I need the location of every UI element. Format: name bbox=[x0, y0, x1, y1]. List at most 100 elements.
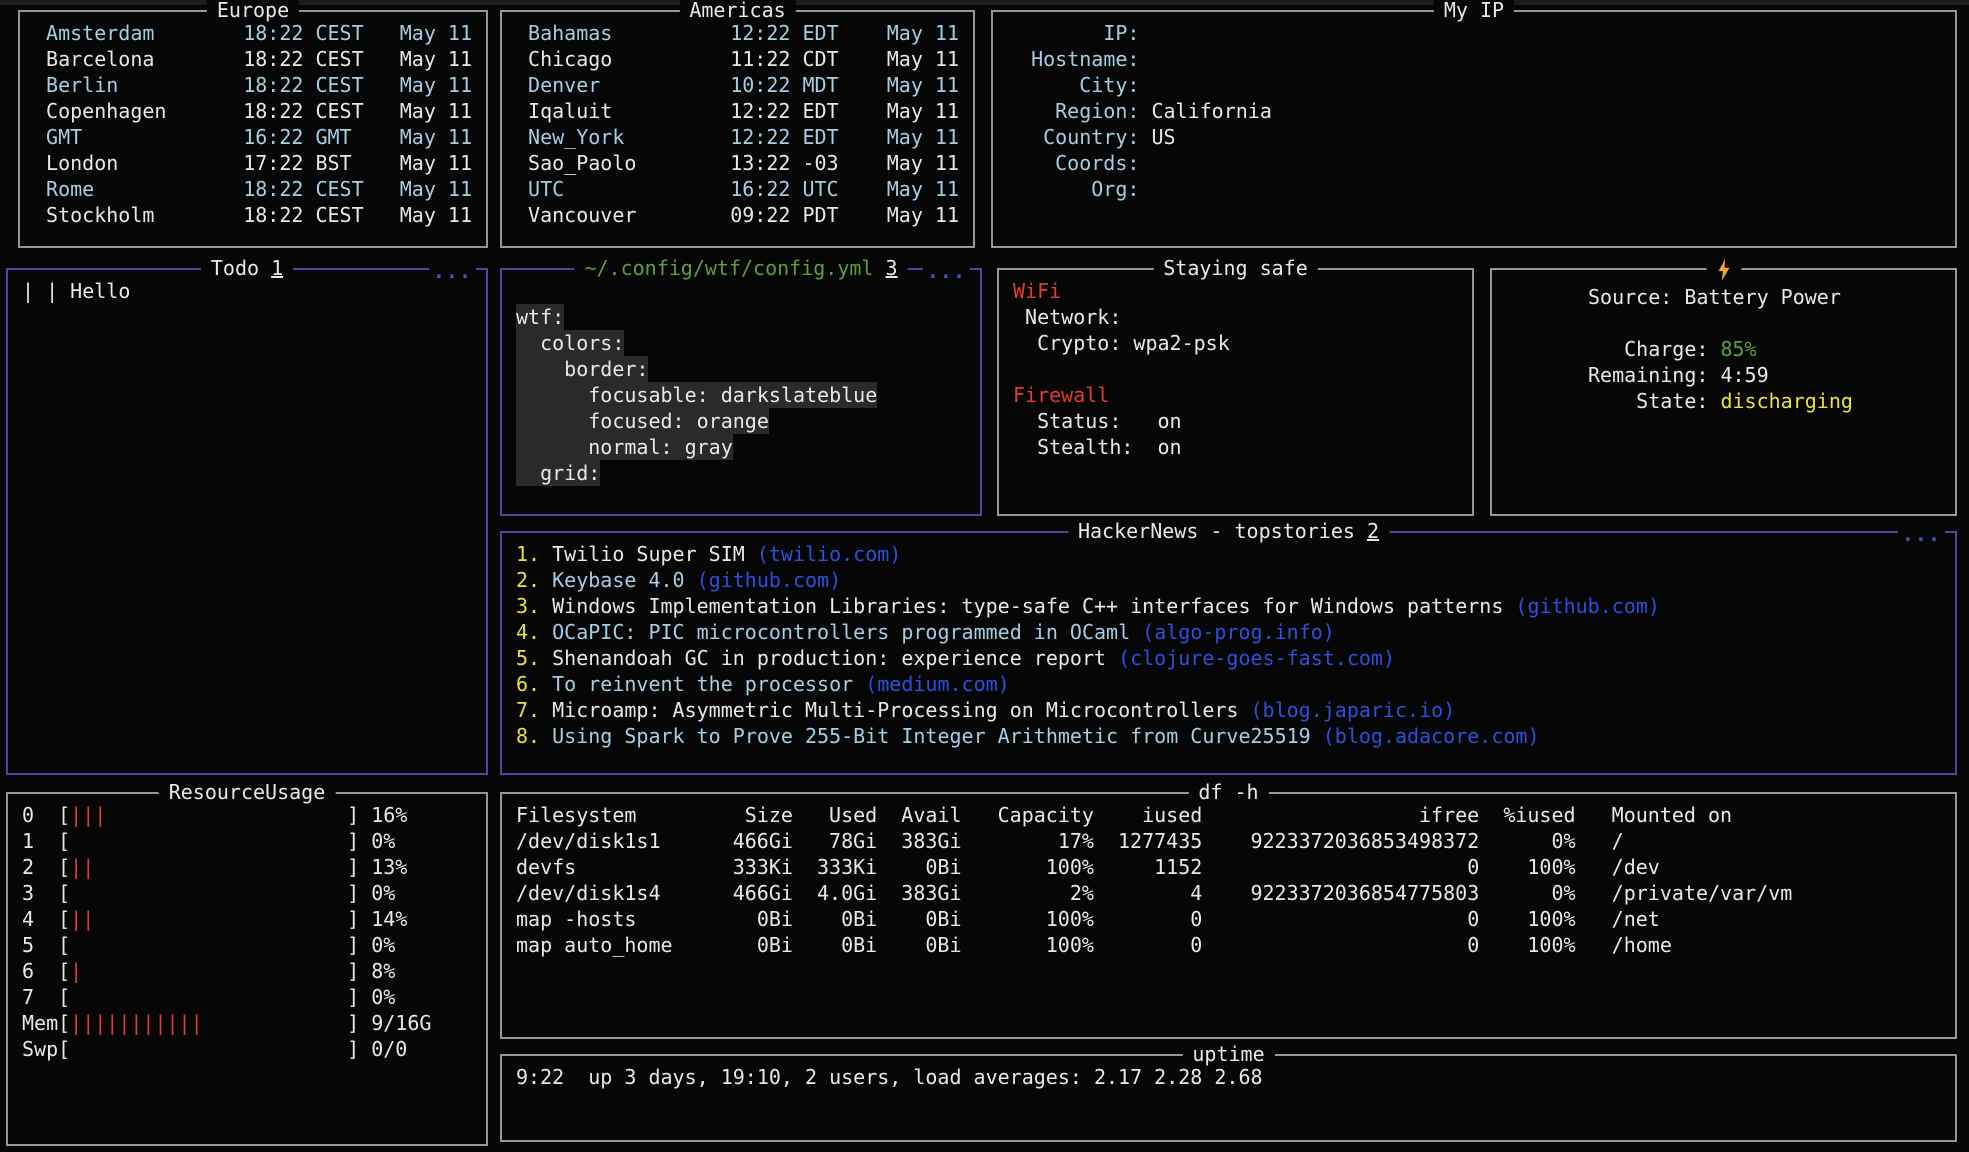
hackernews-story[interactable]: 7. Microamp: Asymmetric Multi-Processing… bbox=[516, 697, 1941, 723]
clock-timezone: -03 bbox=[802, 150, 862, 176]
clock-date: May 11 bbox=[400, 124, 472, 150]
clock-date: May 11 bbox=[887, 20, 959, 46]
resource-meter: Mem[||||||||||| ] 9/16G bbox=[22, 1010, 472, 1036]
df-cell: 4.0Gi bbox=[793, 880, 877, 906]
df-cell: 0Bi bbox=[877, 906, 961, 932]
clock-date: May 11 bbox=[887, 202, 959, 228]
df-cell: 466Gi bbox=[709, 880, 793, 906]
meter-value: ] 0% bbox=[70, 933, 395, 957]
panel-config-yml[interactable]: ~/.config/wtf/config.yml 3 ... wtf: colo… bbox=[500, 268, 982, 516]
resource-meter: 0 [||| ] 16% bbox=[22, 802, 472, 828]
text-line: State: discharging bbox=[1588, 388, 1941, 414]
clock-timezone: BST bbox=[315, 150, 375, 176]
clock-city: New_York bbox=[516, 124, 718, 150]
security-info: WiFi Network: Crypto: wpa2-psk Firewall … bbox=[999, 270, 1472, 468]
clock-city: Rome bbox=[34, 176, 231, 202]
story-title: Twilio Super SIM bbox=[540, 542, 757, 566]
meter-value: ] 0% bbox=[70, 829, 395, 853]
story-rank: 5. bbox=[516, 646, 540, 670]
clock-time: 18:22 bbox=[231, 176, 303, 202]
config-file-view: wtf: colors: border: focusable: darkslat… bbox=[502, 270, 980, 494]
clock-time: 13:22 bbox=[718, 150, 790, 176]
text-line bbox=[1588, 310, 1941, 336]
meter-value: ] 14% bbox=[94, 907, 407, 931]
text-line: WiFi bbox=[1013, 278, 1458, 304]
story-domain: (medium.com) bbox=[865, 672, 1010, 696]
clock-timezone: GMT bbox=[315, 124, 375, 150]
clock-row: Denver10:22MDTMay 11 bbox=[516, 72, 959, 98]
story-rank: 3. bbox=[516, 594, 540, 618]
meter-bar: | bbox=[70, 959, 82, 983]
config-line-text: grid: bbox=[516, 460, 600, 486]
clock-city: Denver bbox=[516, 72, 718, 98]
story-domain: (algo-prog.info) bbox=[1142, 620, 1335, 644]
df-cell: %iused bbox=[1479, 802, 1575, 828]
meter-label: 2 [ bbox=[22, 855, 70, 879]
clock-timezone: CDT bbox=[802, 46, 862, 72]
clock-time: 18:22 bbox=[231, 98, 303, 124]
text-line: Remaining: 4:59 bbox=[1588, 362, 1941, 388]
df-cell: 2% bbox=[962, 880, 1094, 906]
df-cell: Size bbox=[709, 802, 793, 828]
text-segment: 85% bbox=[1720, 337, 1756, 361]
story-title: To reinvent the processor bbox=[540, 672, 865, 696]
todo-item[interactable]: | | Hello bbox=[22, 278, 472, 304]
panel-staying-safe: Staying safe WiFi Network: Crypto: wpa2-… bbox=[997, 268, 1474, 516]
clock-timezone: UTC bbox=[802, 176, 862, 202]
ip-info-value: US bbox=[1151, 124, 1175, 150]
clock-row: Barcelona18:22CESTMay 11 bbox=[34, 46, 472, 72]
ip-info-label: IP: bbox=[1007, 20, 1139, 46]
panel-todo[interactable]: Todo 1 ... | | Hello bbox=[6, 268, 488, 775]
hackernews-story[interactable]: 2. Keybase 4.0 (github.com) bbox=[516, 567, 1941, 593]
df-cell: 1152 bbox=[1094, 854, 1202, 880]
df-cell: / bbox=[1612, 828, 1624, 854]
clock-city: GMT bbox=[34, 124, 231, 150]
story-domain: (blog.adacore.com) bbox=[1323, 724, 1540, 748]
clock-time: 09:22 bbox=[718, 202, 790, 228]
resource-meter: Swp[ ] 0/0 bbox=[22, 1036, 472, 1062]
config-line-text: focusable: darkslateblue bbox=[516, 382, 877, 408]
clock-row: Iqaluit12:22EDTMay 11 bbox=[516, 98, 959, 124]
hackernews-story[interactable]: 3. Windows Implementation Libraries: typ… bbox=[516, 593, 1941, 619]
ip-info-row: City: bbox=[1007, 72, 1941, 98]
df-cell: Mounted on bbox=[1612, 802, 1732, 828]
hackernews-story[interactable]: 1. Twilio Super SIM (twilio.com) bbox=[516, 541, 1941, 567]
df-cell: /dev/disk1s4 bbox=[516, 880, 709, 906]
clock-time: 12:22 bbox=[718, 98, 790, 124]
meter-label: 6 [ bbox=[22, 959, 70, 983]
df-cell: 0 bbox=[1202, 854, 1479, 880]
ip-info-row: Org: bbox=[1007, 176, 1941, 202]
df-cell: 0 bbox=[1094, 932, 1202, 958]
hackernews-story[interactable]: 4. OCaPIC: PIC microcontrollers programm… bbox=[516, 619, 1941, 645]
text-segment: WiFi bbox=[1013, 279, 1061, 303]
clock-date: May 11 bbox=[400, 98, 472, 124]
config-line: focusable: darkslateblue bbox=[516, 382, 966, 408]
df-cell: 0Bi bbox=[793, 906, 877, 932]
hackernews-story[interactable]: 8. Using Spark to Prove 255-Bit Integer … bbox=[516, 723, 1941, 749]
clock-list-europe: Amsterdam18:22CESTMay 11Barcelona18:22CE… bbox=[20, 12, 486, 236]
text-line: Source: Battery Power bbox=[1588, 284, 1941, 310]
df-cell: map auto_home bbox=[516, 932, 709, 958]
text-segment: Source: Battery Power bbox=[1588, 285, 1841, 309]
meter-bar: ||||||||||| bbox=[70, 1011, 202, 1035]
panel-hackernews[interactable]: HackerNews - topstories 2 ... 1. Twilio … bbox=[500, 531, 1957, 775]
df-cell: 100% bbox=[962, 906, 1094, 932]
hackernews-story[interactable]: 6. To reinvent the processor (medium.com… bbox=[516, 671, 1941, 697]
config-line: normal: gray bbox=[516, 434, 966, 460]
clock-row: Sao_Paolo13:22-03May 11 bbox=[516, 150, 959, 176]
config-line: border: bbox=[516, 356, 966, 382]
clock-date: May 11 bbox=[887, 124, 959, 150]
df-data-row: /dev/disk1s1466Gi78Gi383Gi17%12774359223… bbox=[516, 828, 1941, 854]
text-segment: Status: on bbox=[1013, 409, 1182, 433]
df-cell: /private/var/vm bbox=[1612, 880, 1793, 906]
hackernews-story[interactable]: 5. Shenandoah GC in production: experien… bbox=[516, 645, 1941, 671]
df-cell: Filesystem bbox=[516, 802, 709, 828]
meter-value: ] 16% bbox=[106, 803, 407, 827]
clock-timezone: CEST bbox=[315, 98, 375, 124]
clock-timezone: CEST bbox=[315, 176, 375, 202]
clock-row: London17:22BSTMay 11 bbox=[34, 150, 472, 176]
clock-time: 12:22 bbox=[718, 124, 790, 150]
story-title: OCaPIC: PIC microcontrollers programmed … bbox=[540, 620, 1142, 644]
hackernews-story-list: 1. Twilio Super SIM (twilio.com)2. Keyba… bbox=[502, 533, 1955, 757]
meter-label: 7 [ bbox=[22, 985, 70, 1009]
